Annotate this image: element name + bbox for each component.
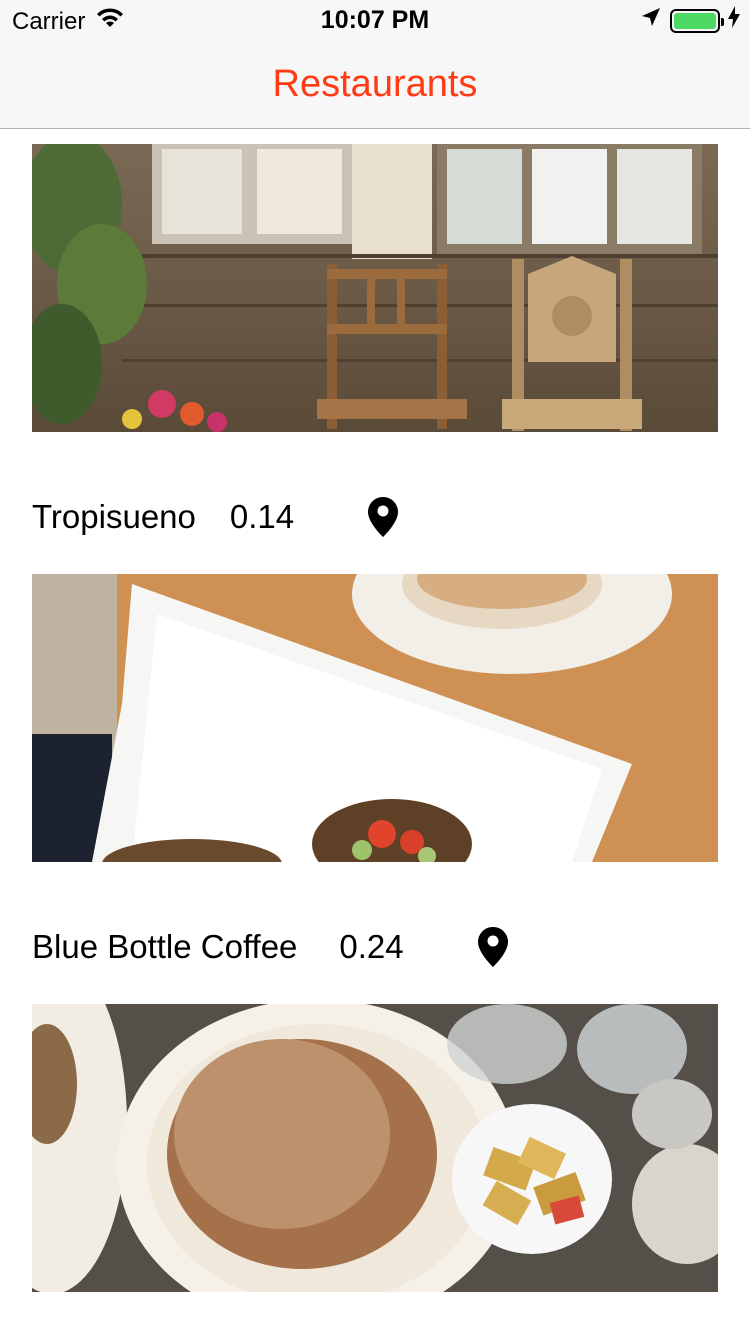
restaurant-name: Blue Bottle Coffee: [32, 928, 298, 965]
status-bar: Carrier 10:07 PM: [0, 0, 750, 40]
status-right: [640, 6, 740, 35]
restaurant-row-info[interactable]: Blue Bottle Coffee 0.24: [32, 917, 508, 977]
map-pin-icon[interactable]: [368, 497, 399, 537]
restaurant-list[interactable]: Tropisueno 0.14 Blue Bottle Coffee 0.24: [0, 129, 750, 1334]
restaurant-distance: 0.24: [339, 928, 404, 965]
restaurant-row-info[interactable]: Tropisueno 0.14: [32, 487, 399, 547]
location-arrow-icon: [640, 6, 662, 35]
restaurant-photo-pancakes[interactable]: [32, 1004, 718, 1292]
charging-bolt-icon: [728, 6, 740, 35]
restaurant-distance: 0.14: [229, 498, 295, 535]
map-pin-icon[interactable]: [477, 927, 508, 967]
navigation-bar: Restaurants: [0, 40, 750, 129]
page-title: Restaurants: [272, 62, 478, 105]
battery-icon: [670, 8, 724, 33]
restaurant-photo-interior[interactable]: [32, 144, 718, 432]
restaurant-photo-toast[interactable]: [32, 574, 718, 862]
restaurant-name: Tropisueno: [32, 498, 196, 535]
status-time: 10:07 PM: [320, 6, 430, 34]
